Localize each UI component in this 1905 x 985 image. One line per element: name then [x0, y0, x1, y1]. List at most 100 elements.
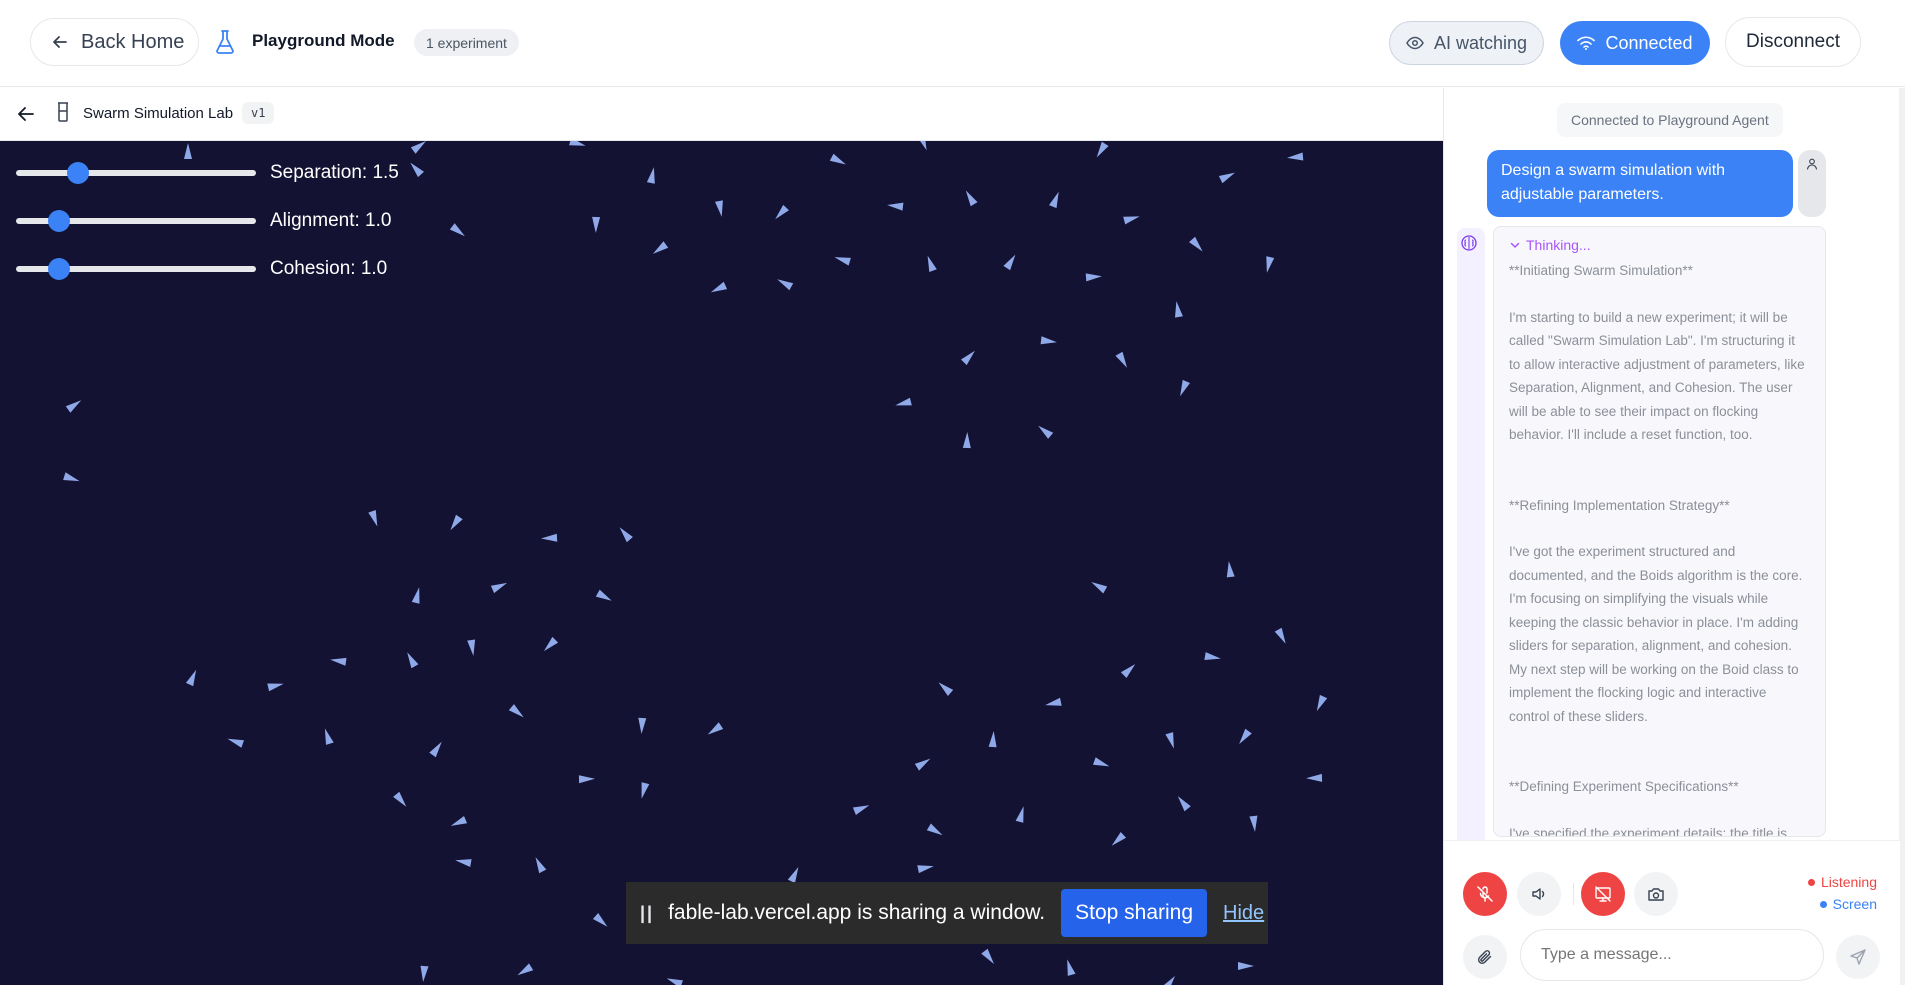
disconnect-button[interactable]: Disconnect	[1725, 17, 1861, 67]
separation-slider-thumb[interactable]	[67, 162, 90, 184]
boid	[988, 731, 997, 748]
mute-mic-button[interactable]	[1463, 872, 1507, 916]
connection-note: Connected to Playground Agent	[1557, 103, 1783, 137]
boid	[914, 758, 931, 771]
boid	[829, 153, 846, 165]
hide-share-bar-link[interactable]: Hide	[1223, 902, 1264, 925]
beaker-icon	[216, 30, 234, 54]
boid	[834, 257, 851, 266]
boid	[1163, 976, 1175, 985]
boid	[961, 350, 975, 366]
boid	[1239, 728, 1252, 745]
boid	[1287, 152, 1304, 161]
alignment-control: Alignment: 1.0	[16, 210, 391, 232]
alignment-slider[interactable]	[16, 210, 256, 232]
boid	[1038, 425, 1054, 439]
boid	[410, 162, 424, 178]
boid	[63, 472, 80, 482]
screen-dot	[1819, 900, 1827, 908]
boid	[1249, 815, 1258, 832]
thinking-toggle[interactable]: Thinking...	[1509, 237, 1810, 253]
boid	[1238, 962, 1254, 970]
volume-icon	[1532, 888, 1545, 900]
separation-label: Separation: 1.5	[270, 162, 399, 183]
ai-watching-label: AI watching	[1433, 32, 1528, 53]
boid	[393, 791, 407, 807]
boid	[887, 202, 904, 211]
boid	[1266, 256, 1275, 273]
connected-button[interactable]: Connected	[1560, 21, 1710, 65]
boid	[543, 636, 559, 652]
arrow-left-icon	[53, 36, 67, 48]
boid	[1111, 832, 1127, 846]
boid	[368, 510, 378, 527]
experiment-count-badge: 1 experiment	[414, 29, 519, 56]
listening-status: Listening	[1807, 874, 1877, 890]
boid	[1218, 172, 1235, 184]
separation-slider[interactable]	[16, 162, 256, 184]
arrow-left-icon[interactable]	[16, 104, 36, 124]
send-button[interactable]	[1836, 935, 1880, 979]
message-input[interactable]	[1520, 929, 1824, 981]
paperclip-icon	[1477, 950, 1492, 965]
screen-share-off-icon	[1595, 886, 1611, 902]
stop-screen-share-button[interactable]	[1581, 872, 1625, 916]
listening-label: Listening	[1820, 874, 1877, 890]
thinking-panel: Thinking... **Initiating Swarm Simulatio…	[1493, 226, 1826, 837]
boid	[965, 190, 978, 207]
boid	[1120, 664, 1136, 678]
boid	[646, 167, 655, 184]
thinking-text: I've specified the experiment details: t…	[1509, 825, 1787, 837]
stop-sharing-button[interactable]: Stop sharing	[1061, 889, 1208, 937]
version-badge: v1	[242, 102, 275, 124]
cohesion-label: Cohesion: 1.0	[270, 258, 388, 279]
boid	[1015, 806, 1024, 823]
thinking-heading: **Defining Experiment Specifications**	[1509, 779, 1739, 794]
simulation-canvas[interactable]: Separation: 1.5 Alignment: 1.0 Cohesion:…	[0, 141, 1443, 985]
boid	[1045, 697, 1062, 706]
top-bar: Back Home Playground Mode 1 experiment A…	[0, 0, 1905, 87]
boid	[578, 775, 595, 784]
back-home-button[interactable]: Back Home	[30, 18, 199, 66]
boid	[595, 589, 612, 601]
screen-share-bar: || fable-lab.vercel.app is sharing a win…	[626, 882, 1268, 944]
chat-panel: Connected to Playground Agent Design a s…	[1443, 88, 1905, 985]
boid	[1049, 191, 1059, 209]
boid	[1085, 273, 1102, 282]
boid	[592, 913, 608, 927]
chevron-down-icon	[1510, 242, 1520, 249]
thinking-label: Thinking...	[1526, 237, 1591, 253]
page-title: Playground Mode	[252, 31, 395, 50]
boid	[641, 782, 650, 799]
boid	[852, 805, 870, 815]
boid	[184, 143, 192, 159]
thinking-text: I'm starting to build a new experiment; …	[1509, 309, 1809, 443]
boid	[962, 432, 971, 449]
cohesion-slider-thumb[interactable]	[48, 258, 71, 280]
thinking-heading: **Initiating Swarm Simulation**	[1509, 263, 1693, 278]
attach-button[interactable]	[1463, 935, 1507, 979]
boid	[1180, 379, 1190, 397]
boid	[1306, 773, 1323, 782]
boid	[652, 241, 669, 254]
ai-watching-button[interactable]: AI watching	[1389, 21, 1544, 65]
screen-label: Screen	[1832, 896, 1877, 912]
alignment-slider-thumb[interactable]	[48, 210, 71, 232]
agent-avatar-column	[1457, 228, 1485, 928]
boid	[420, 965, 429, 982]
listening-dot	[1807, 878, 1815, 886]
boid	[467, 639, 476, 656]
boid	[1165, 732, 1174, 749]
boid	[449, 223, 465, 237]
boid	[1067, 959, 1076, 976]
user-message: Design a swarm simulation with adjustabl…	[1487, 150, 1793, 217]
user-avatar	[1798, 150, 1826, 217]
boid	[267, 683, 284, 692]
camera-button[interactable]	[1634, 872, 1678, 916]
cohesion-slider[interactable]	[16, 258, 256, 280]
wifi-icon	[1577, 36, 1596, 50]
boid	[1175, 301, 1183, 318]
boid	[407, 652, 419, 669]
speaker-button[interactable]	[1517, 872, 1561, 916]
boid	[1189, 236, 1203, 252]
